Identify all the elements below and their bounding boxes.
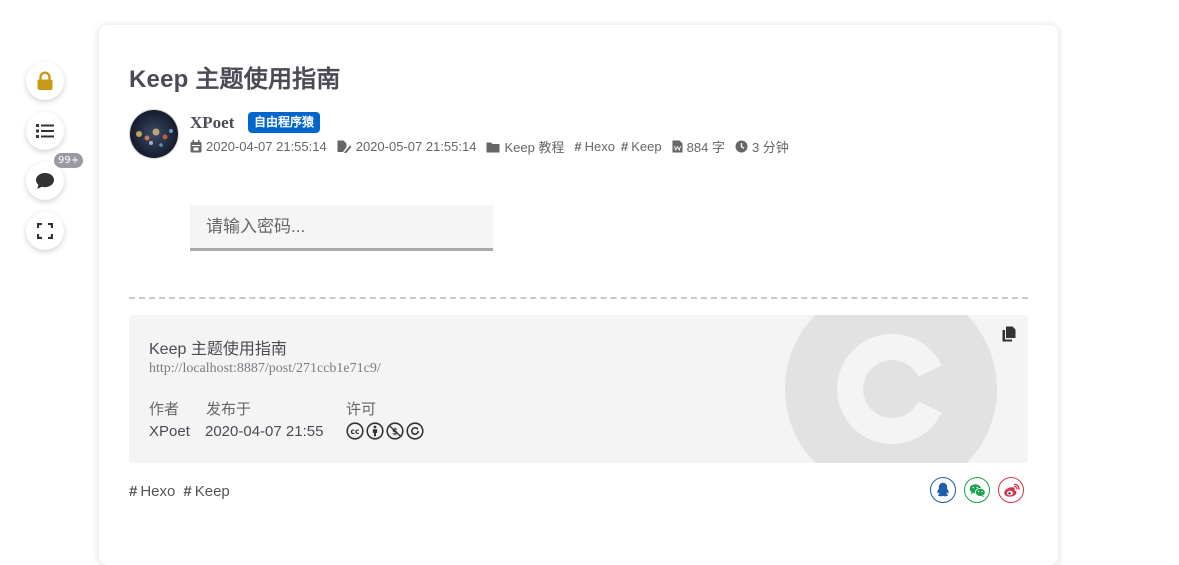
file-edit-icon [337,140,352,153]
copy-icon[interactable] [1002,326,1016,342]
meta-category-text: Keep 教程 [504,140,565,155]
file-word-icon [672,140,683,153]
copyright-published-value: 2020-04-07 21:55 [205,423,324,440]
hash-icon: # [574,139,582,154]
share-weibo-button[interactable] [998,477,1024,503]
copyright-published-label: 发布于 [206,401,252,418]
qq-icon [937,482,949,497]
lock-button[interactable] [26,62,64,100]
post-meta: 2020-04-07 21:55:14 2020-05-07 21:55:14 … [190,137,799,156]
fullscreen-button[interactable] [26,212,64,250]
sa-icon [406,422,424,440]
copyright-license-label: 许可 [346,401,377,418]
meta-updated-text: 2020-05-07 21:55:14 [355,139,477,154]
wechat-icon [969,483,986,497]
comment-button[interactable]: 99+ [26,153,84,200]
footer-tag-hexo[interactable]: # Hexo [129,483,175,500]
comment-count-badge: 99+ [54,153,84,168]
copyright-box: Keep 主题使用指南 http://localhost:8887/post/2… [129,315,1028,463]
calendar-icon [190,140,202,153]
hash-icon: # [129,483,138,500]
footer-tag-text: Keep [194,483,230,500]
hash-icon: # [183,483,192,500]
password-input[interactable] [190,205,493,251]
list-icon [36,124,54,138]
meta-tag-keep[interactable]: # Keep [621,139,662,154]
copyright-author-label: 作者 [149,401,180,418]
meta-category[interactable]: Keep 教程 [486,137,564,156]
clock-icon [735,140,748,153]
share-buttons [930,477,1024,503]
lock-icon [37,71,53,90]
author-label-badge: 自由程序猿 [248,112,321,133]
author-name[interactable]: XPoet [190,113,234,133]
divider [129,297,1028,299]
meta-reading-time: 3 分钟 [735,137,789,156]
cc-watermark-icon [785,315,997,463]
expand-icon [37,223,53,239]
meta-created-text: 2020-04-07 21:55:14 [206,139,327,154]
meta-tag-text: Hexo [584,139,616,154]
license-icons[interactable]: cc $ [346,422,424,440]
weibo-icon [1003,483,1020,497]
meta-tag-text: Keep [631,139,662,154]
footer-tags: # Hexo # Keep [129,483,230,500]
footer-tag-keep[interactable]: # Keep [183,483,229,500]
copyright-link[interactable]: http://localhost:8887/post/271ccb1e71c9/ [149,361,381,377]
avatar[interactable] [129,109,179,159]
meta-updated: 2020-05-07 21:55:14 [337,139,477,154]
copyright-author-value: XPoet [149,423,190,440]
toc-button[interactable] [26,112,64,150]
hash-icon: # [621,139,629,154]
folder-icon [486,142,500,152]
copyright-title: Keep 主题使用指南 [149,341,287,358]
by-icon [366,422,384,440]
meta-tag-hexo[interactable]: # Hexo [574,139,615,154]
article-title: Keep 主题使用指南 [129,66,341,93]
avatar-image [130,110,178,158]
comment-icon [36,173,54,189]
meta-reading-time-text: 3 分钟 [751,140,789,155]
meta-created: 2020-04-07 21:55:14 [190,139,327,154]
meta-word-count: 884 字 [672,137,725,156]
article-card: Keep 主题使用指南 XPoet 自由程序猿 2020-04-07 21:55… [99,25,1058,565]
footer-tag-text: Hexo [140,483,176,500]
meta-word-count-text: 884 字 [686,140,725,155]
nc-icon: $ [386,422,404,440]
cc-icon: cc [346,422,364,440]
share-wechat-button[interactable] [964,477,990,503]
svg-text:cc: cc [351,427,360,436]
share-qq-button[interactable] [930,477,956,503]
